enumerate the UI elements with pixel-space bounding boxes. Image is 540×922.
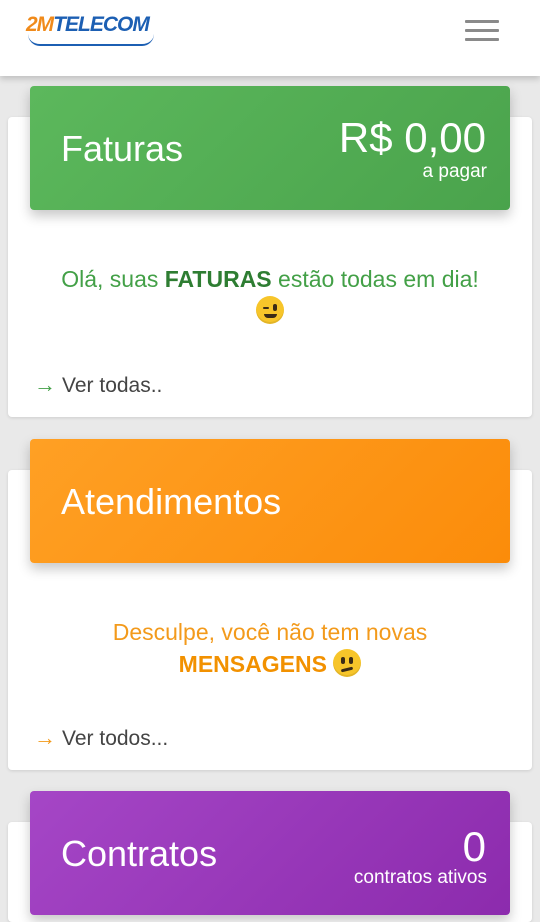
wink-emoji-icon [256, 296, 284, 324]
arrow-right-icon: → [34, 725, 56, 750]
atendimentos-header[interactable]: Atendimentos [30, 439, 510, 563]
contratos-title: Contratos [61, 833, 218, 874]
atendimentos-view-all-link[interactable]: → Ver todos... [34, 725, 168, 751]
atendimentos-title: Atendimentos [61, 481, 282, 522]
hamburger-menu-icon[interactable] [462, 18, 502, 44]
logo-swoosh [28, 34, 154, 46]
faturas-view-all-link[interactable]: → Ver todas.. [34, 372, 162, 398]
faturas-amount: R$ 0,00 [338, 114, 486, 161]
faturas-title: Faturas [61, 128, 184, 169]
contratos-count-caption: contratos ativos [353, 867, 487, 888]
faturas-header[interactable]: Faturas R$ 0,00 a pagar [30, 86, 510, 210]
faturas-message: Olá, suas FATURAS estão todas em dia! [0, 263, 540, 327]
atendimentos-message: Desculpe, você não tem novas MENSAGENS [112, 619, 428, 677]
arrow-right-icon: → [34, 372, 56, 397]
sad-emoji-icon [333, 649, 362, 677]
top-app-bar: 2MTELECOM [0, 0, 540, 76]
contratos-count: 0 [462, 823, 486, 870]
faturas-amount-caption: a pagar [422, 161, 487, 182]
contratos-header[interactable]: Contratos 0 contratos ativos [30, 791, 510, 915]
company-logo[interactable]: 2MTELECOM [26, 10, 158, 46]
